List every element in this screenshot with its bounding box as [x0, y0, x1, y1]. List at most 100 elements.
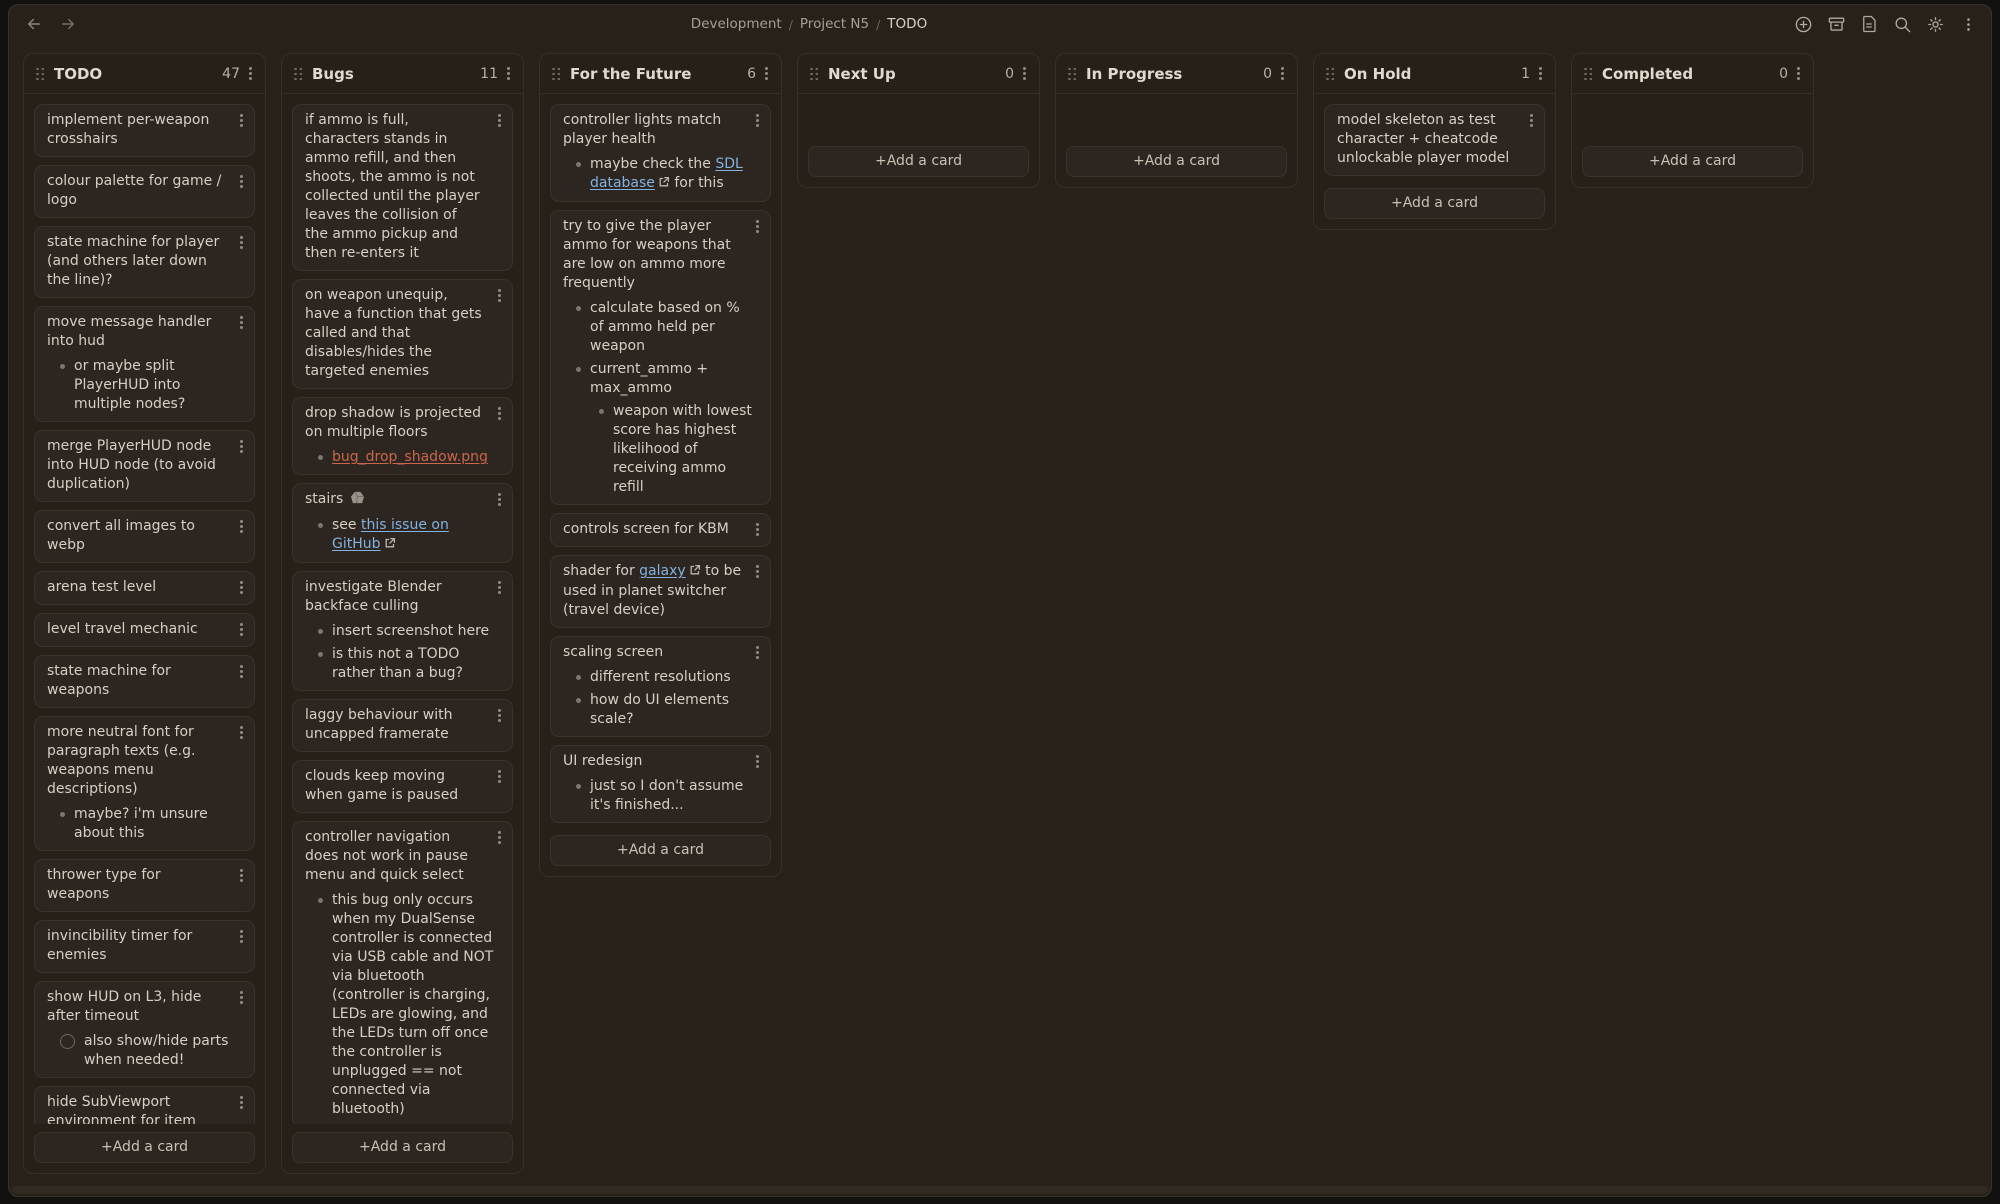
card[interactable]: stairs see this issue on GitHub [292, 483, 513, 563]
card-title: convert all images to webp [47, 517, 242, 555]
card-menu-icon[interactable] [498, 407, 502, 421]
drag-handle-icon[interactable] [810, 68, 819, 81]
card-bullets: calculate based on % of ammo held per we… [563, 299, 758, 497]
card-menu-icon[interactable] [240, 520, 244, 534]
breadcrumb-item[interactable]: Development [691, 16, 782, 32]
card[interactable]: move message handler into hudor maybe sp… [34, 306, 255, 422]
card-menu-icon[interactable] [756, 565, 760, 579]
archive-icon[interactable] [1825, 13, 1847, 35]
card-menu-icon[interactable] [756, 646, 760, 660]
column-menu-icon[interactable] [1281, 67, 1285, 81]
add-card-button[interactable]: +Add a card [550, 835, 771, 866]
bullet-text: different resolutions [590, 668, 756, 687]
card-menu-icon[interactable] [240, 114, 244, 128]
card-menu-icon[interactable] [756, 220, 760, 234]
card[interactable]: UI redesignjust so I don't assume it's f… [550, 745, 771, 823]
card-menu-icon[interactable] [498, 289, 502, 303]
card[interactable]: model skeleton as test character + cheat… [1324, 104, 1545, 176]
card[interactable]: hide SubViewport environment for item pr… [34, 1086, 255, 1124]
card[interactable]: invincibility timer for enemies [34, 920, 255, 973]
card[interactable]: controls screen for KBM [550, 513, 771, 547]
card-link[interactable]: bug_drop_shadow.png [332, 449, 488, 465]
add-card-button[interactable]: +Add a card [1582, 146, 1803, 177]
add-card-button[interactable]: +Add a card [1066, 146, 1287, 177]
card-menu-icon[interactable] [498, 770, 502, 784]
card-menu-icon[interactable] [240, 440, 244, 454]
card[interactable]: merge PlayerHUD node into HUD node (to a… [34, 430, 255, 502]
settings-gear-icon[interactable] [1924, 13, 1946, 35]
card-link[interactable]: galaxy [639, 563, 686, 579]
card[interactable]: state machine for player (and others lat… [34, 226, 255, 298]
card[interactable]: level travel mechanic [34, 613, 255, 647]
card-menu-icon[interactable] [756, 755, 760, 769]
breadcrumb-item-current[interactable]: TODO [887, 16, 927, 32]
card[interactable]: more neutral font for paragraph texts (e… [34, 716, 255, 851]
card-menu-icon[interactable] [240, 1096, 244, 1110]
card-menu-icon[interactable] [240, 991, 244, 1005]
new-note-icon[interactable] [1858, 13, 1880, 35]
column-menu-icon[interactable] [249, 67, 253, 81]
card-menu-icon[interactable] [240, 930, 244, 944]
card[interactable]: convert all images to webp [34, 510, 255, 563]
card[interactable]: implement per-weapon crosshairs [34, 104, 255, 157]
drag-handle-icon[interactable] [1326, 68, 1335, 81]
card[interactable]: thrower type for weapons [34, 859, 255, 912]
card-menu-icon[interactable] [498, 709, 502, 723]
card[interactable]: drop shadow is projected on multiple flo… [292, 397, 513, 475]
card[interactable]: controller lights match player healthmay… [550, 104, 771, 202]
plus-circle-icon[interactable] [1792, 13, 1814, 35]
card-menu-icon[interactable] [240, 316, 244, 330]
card-menu-icon[interactable] [498, 831, 502, 845]
drag-handle-icon[interactable] [1068, 68, 1077, 81]
card[interactable]: if ammo is full, characters stands in am… [292, 104, 513, 271]
card-menu-icon[interactable] [240, 236, 244, 250]
drag-handle-icon[interactable] [1584, 68, 1593, 81]
card-count: 11 [480, 66, 498, 82]
card-menu-icon[interactable] [1530, 114, 1534, 128]
card[interactable]: arena test level [34, 571, 255, 605]
card[interactable]: show HUD on L3, hide after timeoutalso s… [34, 981, 255, 1078]
checkbox-circle[interactable] [60, 1034, 75, 1049]
card-menu-icon[interactable] [240, 869, 244, 883]
card-menu-icon[interactable] [498, 114, 502, 128]
card[interactable]: state machine for weapons [34, 655, 255, 708]
column-menu-icon[interactable] [765, 67, 769, 81]
card-menu-icon[interactable] [498, 581, 502, 595]
card-menu-icon[interactable] [240, 581, 244, 595]
column-menu-icon[interactable] [1023, 67, 1027, 81]
add-card-button[interactable]: +Add a card [808, 146, 1029, 177]
breadcrumb-item[interactable]: Project N5 [800, 16, 869, 32]
card[interactable]: try to give the player ammo for weapons … [550, 210, 771, 505]
card-menu-icon[interactable] [498, 493, 502, 507]
column-menu-icon[interactable] [507, 67, 511, 81]
card-menu-icon[interactable] [756, 523, 760, 537]
card[interactable]: clouds keep moving when game is paused [292, 760, 513, 813]
card[interactable]: on weapon unequip, have a function that … [292, 279, 513, 389]
card[interactable]: scaling screendifferent resolutionshow d… [550, 636, 771, 737]
card-count: 0 [1263, 66, 1272, 82]
card-menu-icon[interactable] [240, 726, 244, 740]
card-menu-icon[interactable] [240, 175, 244, 189]
card[interactable]: colour palette for game / logo [34, 165, 255, 218]
card[interactable]: shader for galaxy to be used in planet s… [550, 555, 771, 628]
card-menu-icon[interactable] [756, 114, 760, 128]
text-segment: show HUD on L3, hide after timeout [47, 989, 201, 1024]
more-options-icon[interactable] [1957, 13, 1979, 35]
horizontal-scrollbar[interactable] [12, 1186, 1988, 1194]
add-card-button[interactable]: +Add a card [1324, 188, 1545, 219]
drag-handle-icon[interactable] [552, 68, 561, 81]
drag-handle-icon[interactable] [294, 68, 303, 81]
column-menu-icon[interactable] [1797, 67, 1801, 81]
card[interactable]: controller navigation does not work in p… [292, 821, 513, 1124]
search-icon[interactable] [1891, 13, 1913, 35]
card[interactable]: laggy behaviour with uncapped framerate [292, 699, 513, 752]
add-card-button[interactable]: +Add a card [292, 1132, 513, 1163]
card[interactable]: investigate Blender backface cullinginse… [292, 571, 513, 691]
add-card-button[interactable]: +Add a card [34, 1132, 255, 1163]
breadcrumb: Development / Project N5 / TODO [9, 5, 1609, 43]
drag-handle-icon[interactable] [36, 68, 45, 81]
text-segment: just so I don't assume it's finished... [590, 778, 743, 813]
card-menu-icon[interactable] [240, 665, 244, 679]
card-menu-icon[interactable] [240, 623, 244, 637]
column-menu-icon[interactable] [1539, 67, 1543, 81]
